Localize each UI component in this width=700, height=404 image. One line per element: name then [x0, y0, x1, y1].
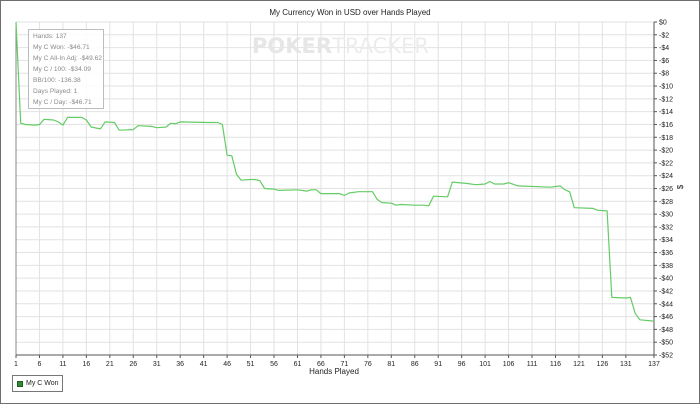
stat-hands: Hands: 137 — [33, 33, 67, 40]
stat-won: My C Won: -$46.71 — [33, 44, 90, 51]
x-tick-label: 11 — [59, 361, 66, 368]
pokertracker-watermark: POKERTRACKER — [252, 34, 429, 58]
legend: My C Won — [12, 375, 63, 392]
y-tick-label: -$8 — [659, 71, 669, 78]
stat-per-day: My C / Day: -$46.71 — [33, 99, 92, 106]
y-tick-label: -$22 — [659, 160, 673, 167]
y-tick-label: -$26 — [659, 186, 673, 193]
y-tick-label: -$40 — [659, 276, 673, 283]
y-tick-label: -$38 — [659, 263, 673, 270]
x-tick-label: 96 — [458, 361, 466, 368]
grid-lines — [15, 21, 655, 356]
y-tick-label: -$18 — [659, 135, 673, 142]
y-tick-label: -$24 — [659, 173, 673, 180]
y-tick-label: -$12 — [659, 96, 673, 103]
watermark-left: POKER — [252, 34, 333, 58]
y-tick-label: -$46 — [659, 314, 673, 321]
x-tick-label: 76 — [364, 361, 372, 368]
x-tick-label: 21 — [106, 361, 114, 368]
x-tick-label: 16 — [82, 361, 90, 368]
x-tick-label: 31 — [153, 361, 161, 368]
stat-per100: My C / 100: -$34.09 — [33, 66, 91, 73]
y-tick-label: $0 — [659, 20, 667, 27]
legend-label: My C Won — [26, 380, 59, 387]
x-tick-label: 6 — [38, 361, 42, 368]
x-tick-label: 116 — [550, 361, 561, 368]
x-tick-label: 137 — [648, 361, 660, 368]
x-tick-label: 1 — [14, 361, 18, 368]
y-tick-label: -$6 — [659, 58, 669, 65]
x-tick-label: 61 — [294, 361, 302, 368]
stats-box: Hands: 137 My C Won: -$46.71 My C All-In… — [28, 29, 104, 109]
x-tick-label: 51 — [247, 361, 255, 368]
y-tick-labels: $0 -$2 -$4 -$6 -$8 -$10 -$12 -$14 -$16 -$18 -$20 -$… — [659, 20, 673, 360]
stat-bb100: BB/100: -136.38 — [33, 77, 81, 84]
x-tick-label: 86 — [411, 361, 419, 368]
y-tick-label: -$44 — [659, 301, 673, 308]
x-axis-label: Hands Played — [309, 367, 359, 376]
x-tick-label: 101 — [479, 361, 491, 368]
chart-canvas: 1 6 11 16 21 26 31 36 41 46 51 56 61 66 71 76 81 86 91 96 10… — [14, 20, 685, 377]
y-tick-label: -$36 — [659, 250, 673, 257]
y-tick-label: -$32 — [659, 224, 673, 231]
y-tick-label: -$34 — [659, 237, 673, 244]
y-tick-label: -$50 — [659, 340, 673, 347]
x-tick-label: 26 — [129, 361, 137, 368]
x-tick-label: 111 — [527, 361, 538, 368]
x-tick-label: 106 — [503, 361, 515, 368]
x-tick-label: 81 — [387, 361, 395, 368]
y-tick-label: -$14 — [659, 109, 673, 116]
y-axis-label: $ — [676, 184, 685, 189]
y-tick-label: -$16 — [659, 122, 673, 129]
y-tick-label: -$20 — [659, 148, 673, 155]
legend-swatch — [17, 380, 23, 387]
stat-days: Days Played: 1 — [33, 88, 78, 95]
x-tick-label: 46 — [223, 361, 231, 368]
x-tick-label: 36 — [176, 361, 184, 368]
x-tick-label: 131 — [620, 361, 632, 368]
y-tick-label: -$2 — [659, 32, 669, 39]
x-tick-label: 41 — [200, 361, 208, 368]
y-tick-label: -$10 — [659, 84, 673, 91]
y-tick-label: -$52 — [659, 353, 673, 360]
y-tick-label: -$30 — [659, 212, 673, 219]
x-tick-label: 91 — [434, 361, 442, 368]
y-tick-label: -$48 — [659, 327, 673, 334]
y-tick-label: -$28 — [659, 199, 673, 206]
y-tick-label: -$4 — [659, 45, 669, 52]
y-tick-label: -$42 — [659, 288, 673, 295]
x-tick-label: 126 — [597, 361, 609, 368]
watermark-right: TRACKER — [332, 34, 429, 58]
x-tick-label: 121 — [573, 361, 585, 368]
stat-allin-adj: My C All-In Adj: -$49.62 — [33, 55, 102, 62]
x-tick-label: 56 — [270, 361, 278, 368]
